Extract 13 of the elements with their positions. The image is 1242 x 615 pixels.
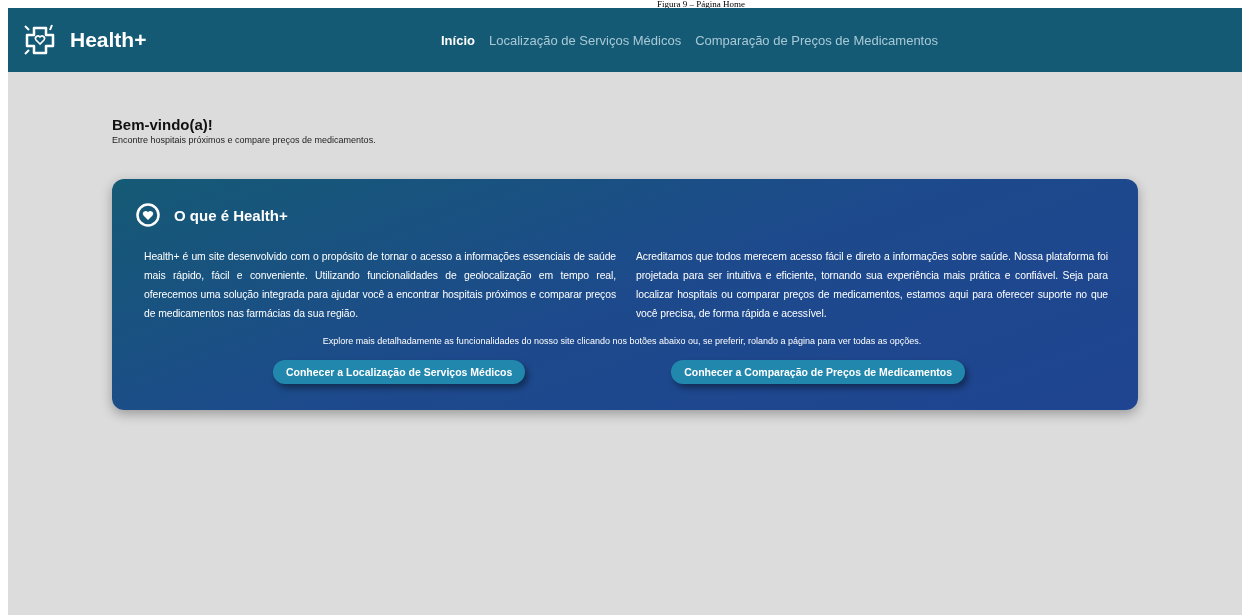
- feature-button[interactable]: Conhecer a Localização de Serviços Médicos: [272, 360, 526, 384]
- card-paragraph: Health+ é um site desenvolvido com o propósito de tornar o acesso a informações essenciais de saúde mais rápido, fácil e conveniente. Utilizando funcionalidades de geolocalização em tempo real, oferecemos uma solução integrada para ajudar você a encontrar hospitais próximos e comparar preços de medicamentos nas farmácias da sua região.: [144, 250, 616, 321]
- nav-link[interactable]: Comparação de Preços de Medicamentos: [695, 32, 938, 48]
- nav-link[interactable]: Localização de Serviços Médicos: [488, 32, 682, 48]
- card-paragraph: Acreditamos que todos merecem acesso fácil e direto a informações sobre saúde. Nossa plataforma foi projetada para ser intuitiva e eficiente, tornando sua experiência mais prática e confiável. Seja para localizar hospitais ou comparar preços de medicamentos, estamos aqui para oferecer suporte no que você precisa, de forma rápida e acessível.: [636, 250, 1108, 321]
- welcome-subtitle: Encontre hospitais próximos e compare preços de medicamentos.: [112, 135, 377, 145]
- nav-link[interactable]: Início: [441, 32, 475, 48]
- card-title: O que é Health+: [174, 206, 288, 224]
- feature-button[interactable]: Conhecer a Comparação de Preços de Medicamentos: [671, 360, 966, 384]
- card-note: Explore mais detalhadamente as funcionalidades do nosso site clicando nos botões abaixo ou, se preferir, rolando a página para ver todas as opções.: [321, 336, 923, 346]
- welcome-title: Bem-vindo(a)!: [112, 116, 214, 133]
- brand-name: Health+: [70, 28, 147, 52]
- figure-caption: Figura 9 – Página Home: [657, 0, 745, 8]
